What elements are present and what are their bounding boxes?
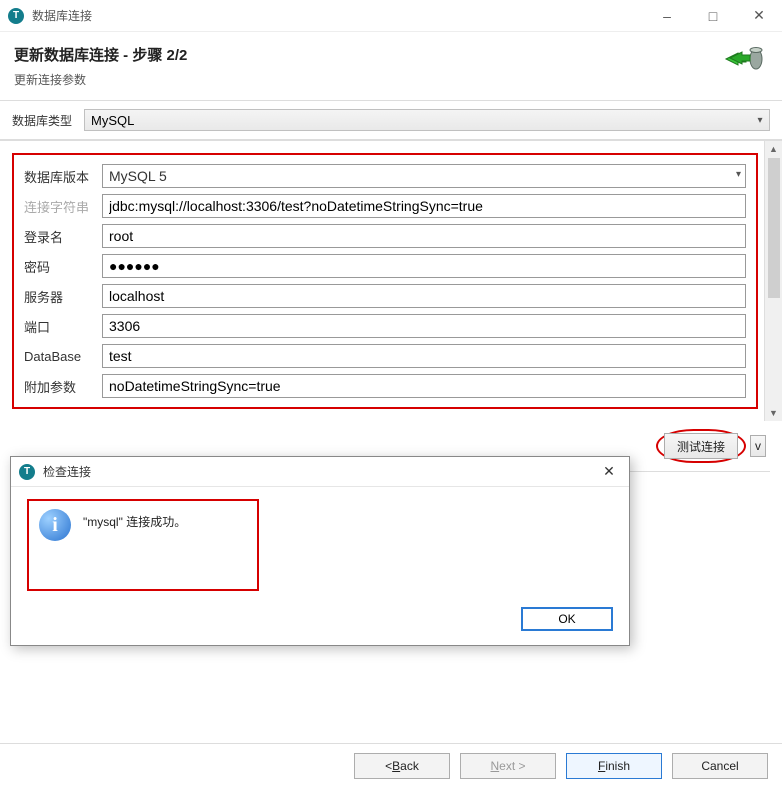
database-label: DataBase <box>20 341 98 371</box>
check-connection-dialog: T 检查连接 ✕ i "mysql" 连接成功。 OK <box>10 456 630 646</box>
test-highlight: 测试连接 <box>656 429 746 463</box>
dialog-title: 检查连接 <box>43 463 91 480</box>
dialog-highlight: i "mysql" 连接成功。 <box>27 499 259 591</box>
version-select[interactable]: MySQL 5 ▾ <box>102 164 746 188</box>
chevron-down-icon: ▾ <box>751 115 769 126</box>
version-label: 数据库版本 <box>20 161 98 191</box>
test-dropdown-button[interactable]: v <box>750 435 766 457</box>
form-area: 数据库版本 MySQL 5 ▾ 连接字符串 登录名 <box>0 140 782 421</box>
database-input[interactable] <box>102 344 746 368</box>
finish-button[interactable]: Finish <box>566 753 662 779</box>
dialog-close-icon[interactable]: ✕ <box>589 463 629 480</box>
password-input[interactable] <box>102 254 746 278</box>
port-input[interactable] <box>102 314 746 338</box>
test-connection-button[interactable]: 测试连接 <box>664 433 738 459</box>
form-highlight: 数据库版本 MySQL 5 ▾ 连接字符串 登录名 <box>12 153 758 409</box>
ok-button[interactable]: OK <box>521 607 613 631</box>
app-icon: T <box>8 8 24 24</box>
connstr-input[interactable] <box>102 194 746 218</box>
info-icon: i <box>39 509 71 541</box>
minimize-icon[interactable]: – <box>644 0 690 32</box>
close-icon[interactable]: ✕ <box>736 0 782 32</box>
titlebar: T 数据库连接 – □ ✕ <box>0 0 782 32</box>
chevron-down-icon: ▾ <box>736 169 741 180</box>
scroll-down-icon[interactable]: ▼ <box>769 408 778 418</box>
page-title: 更新数据库连接 - 步骤 2/2 <box>14 44 768 65</box>
dialog-titlebar: T 检查连接 ✕ <box>11 457 629 487</box>
window-title: 数据库连接 <box>32 7 92 24</box>
wizard-header-icon <box>724 44 766 76</box>
login-input[interactable] <box>102 224 746 248</box>
connstr-label: 连接字符串 <box>20 191 98 221</box>
connection-form: 数据库版本 MySQL 5 ▾ 连接字符串 登录名 <box>20 161 750 401</box>
scrollbar[interactable]: ▲ ▼ <box>764 141 782 421</box>
scroll-up-icon[interactable]: ▲ <box>769 144 778 154</box>
wizard-header: 更新数据库连接 - 步骤 2/2 更新连接参数 <box>0 32 782 100</box>
maximize-icon[interactable]: □ <box>690 0 736 32</box>
server-input[interactable] <box>102 284 746 308</box>
server-label: 服务器 <box>20 281 98 311</box>
version-value: MySQL 5 <box>109 168 167 184</box>
password-label: 密码 <box>20 251 98 281</box>
back-button[interactable]: < Back <box>354 753 450 779</box>
dialog-message: "mysql" 连接成功。 <box>83 509 186 530</box>
next-button: Next > <box>460 753 556 779</box>
extra-label: 附加参数 <box>20 371 98 401</box>
extra-input[interactable] <box>102 374 746 398</box>
db-type-value: MySQL <box>91 113 134 128</box>
page-subtitle: 更新连接参数 <box>14 71 768 88</box>
scroll-thumb[interactable] <box>768 158 780 298</box>
port-label: 端口 <box>20 311 98 341</box>
login-label: 登录名 <box>20 221 98 251</box>
db-type-select[interactable]: MySQL ▾ <box>84 109 770 131</box>
cancel-button[interactable]: Cancel <box>672 753 768 779</box>
dialog-icon: T <box>19 464 35 480</box>
window-buttons: – □ ✕ <box>644 0 782 32</box>
db-type-label: 数据库类型 <box>12 112 80 129</box>
db-type-row: 数据库类型 MySQL ▾ <box>0 100 782 140</box>
footer: < Back Next > Finish Cancel <box>0 743 782 787</box>
